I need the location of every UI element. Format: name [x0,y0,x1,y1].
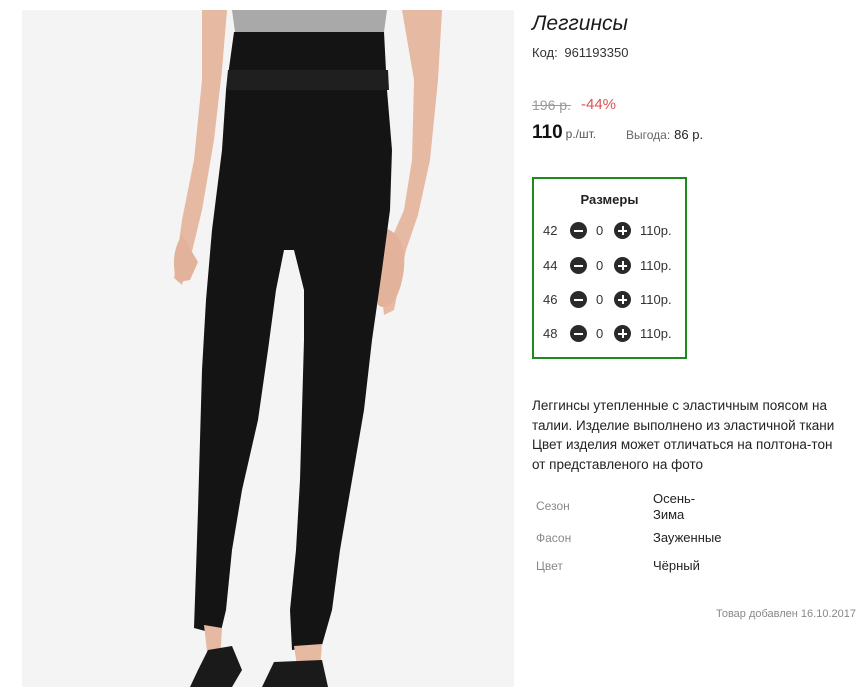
increase-quantity-button[interactable] [614,325,631,342]
spec-label-color: Цвет [536,559,563,573]
size-row-48: 48 0 110р. [534,324,685,344]
saving-value: 86 р. [674,127,704,142]
increase-quantity-button[interactable] [614,257,631,274]
spec-label-season: Сезон [536,499,570,513]
spec-value-line: Зима [653,507,685,522]
spec-value-fit: Зауженные [653,530,722,545]
size-label: 42 [543,223,558,238]
leggings-photo [22,10,514,687]
decrease-quantity-button[interactable] [570,222,587,239]
sizes-panel: Размеры 42 0 110р. 44 0 110р. 46 0 110р.… [532,177,687,359]
description-line: талии. Изделие выполнено из эластичной т… [532,417,835,433]
description-line: от представленого на фото [532,456,704,472]
current-price-row: 110 р./шт. [532,122,596,144]
price-unit: р./шт. [565,127,597,141]
size-label: 44 [543,258,558,273]
size-price: 110р. [640,223,672,238]
spec-label-fit: Фасон [536,531,572,545]
size-label: 46 [543,292,558,307]
product-title: Леггинсы [532,12,628,35]
decrease-quantity-button[interactable] [570,257,587,274]
discount-badge: -44% [581,96,617,113]
size-price: 110р. [640,258,672,273]
quantity-value: 0 [596,258,604,273]
product-code-value: 961193350 [564,45,629,60]
spec-value-line: Осень- [653,491,696,506]
size-row-42: 42 0 110р. [534,221,685,241]
product-description: Леггинсы утепленные с эластичным поясом … [532,396,852,474]
sizes-title: Размеры [580,192,639,207]
description-line: Леггинсы утепленные с эластичным поясом … [532,398,827,413]
quantity-value: 0 [596,223,604,238]
decrease-quantity-button[interactable] [570,291,587,308]
saving-label: Выгода: [626,128,671,142]
quantity-value: 0 [596,292,604,307]
description-line: Цвет изделия может отличаться на полтона… [532,437,833,452]
spec-value-color: Чёрный [653,558,700,573]
size-label: 48 [543,326,558,341]
product-code-label: Код: [532,45,558,60]
old-price: 196 р. [532,97,571,113]
size-price: 110р. [640,326,672,341]
current-price: 110 [532,122,563,143]
size-price: 110р. [640,292,672,307]
size-row-44: 44 0 110р. [534,256,685,276]
saving: Выгода: 86 р. [626,127,703,142]
product-code: Код: 961193350 [532,45,628,60]
product-image[interactable] [22,10,514,687]
size-row-46: 46 0 110р. [534,290,685,310]
increase-quantity-button[interactable] [614,222,631,239]
added-date: Товар добавлен 16.10.2017 [715,608,856,620]
quantity-value: 0 [596,326,604,341]
increase-quantity-button[interactable] [614,291,631,308]
spec-value-season: Осень- Зима [653,491,695,523]
decrease-quantity-button[interactable] [570,325,587,342]
